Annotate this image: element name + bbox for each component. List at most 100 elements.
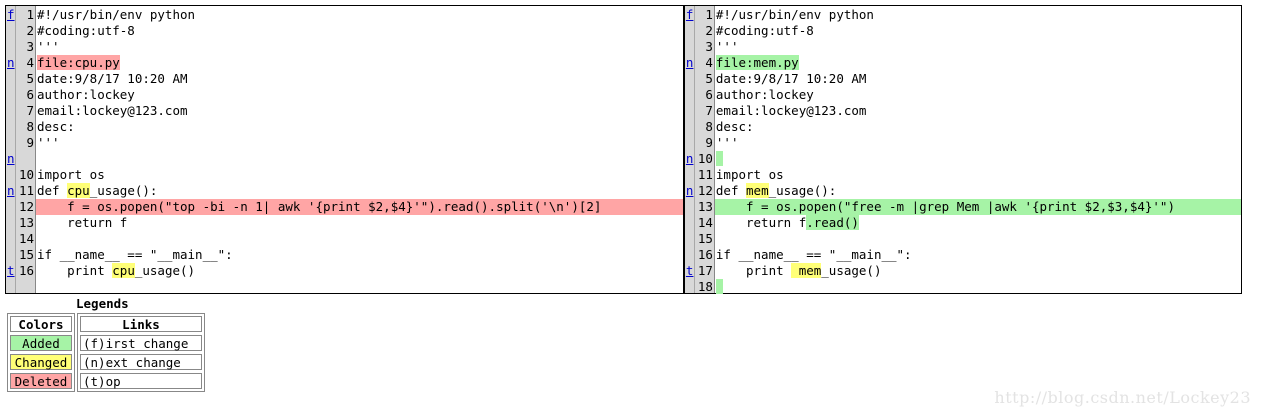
code-text: email:lockey@123.com — [715, 103, 867, 118]
code-text: _usage() — [821, 263, 882, 278]
legend-top: (t)op — [80, 373, 202, 389]
diff-highlight: .read() — [806, 215, 859, 230]
code-text: desc: — [715, 119, 754, 134]
code-line: import os — [36, 167, 683, 183]
legend-deleted: Deleted — [10, 373, 72, 389]
diff-highlight: cpu — [112, 263, 135, 278]
code-text: _usage(): — [89, 183, 158, 198]
code-line: #coding:utf-8 — [715, 23, 1241, 39]
code-line: file:cpu.py — [36, 55, 683, 71]
code-text: #!/usr/bin/env python — [37, 7, 196, 22]
code-text: return f — [715, 215, 807, 230]
link-cell: n — [6, 183, 15, 199]
nav-link-n[interactable]: n — [686, 151, 694, 166]
nav-link-t[interactable]: t — [686, 263, 694, 278]
link-cell — [685, 103, 694, 119]
diff-highlight: mem — [746, 183, 769, 198]
link-cell — [6, 39, 15, 55]
legend-next-change: (n)ext change — [80, 354, 202, 370]
line-number: 2 — [705, 23, 713, 38]
diff-highlight: file:cpu.py — [37, 55, 120, 70]
code-line: return f — [36, 215, 683, 231]
code-line — [715, 279, 1241, 295]
link-cell: f — [685, 7, 694, 23]
line-number — [16, 151, 35, 167]
line-number: 17 — [697, 263, 713, 278]
legend-links: Links (f)irst change (n)ext change (t)op — [77, 313, 205, 392]
line-number: 3 — [705, 39, 713, 54]
link-cell — [6, 199, 15, 215]
nav-link-t[interactable]: t — [7, 263, 15, 278]
link-cell — [685, 135, 694, 151]
link-cell — [6, 87, 15, 103]
code-text: ''' — [715, 39, 739, 54]
link-cell — [685, 71, 694, 87]
left-line-numbers: 1 2 3 4 5 6 7 8 9 10 11 12 13 14 15 16 — [16, 6, 36, 293]
line-number: 14 — [18, 231, 34, 246]
link-cell — [6, 119, 15, 135]
code-text: ''' — [37, 135, 60, 150]
code-text: author:lockey — [37, 87, 135, 102]
left-link-gutter: f n n n t — [6, 6, 16, 293]
code-line: def mem_usage(): — [715, 183, 1241, 199]
code-line: ''' — [715, 39, 1241, 55]
code-text: return f — [37, 215, 128, 230]
code-line: ''' — [715, 135, 1241, 151]
line-number: 2 — [26, 23, 34, 38]
nav-link-n[interactable]: n — [686, 183, 694, 198]
code-text: import os — [37, 167, 105, 182]
code-line: file:mem.py — [715, 55, 1241, 71]
left-pane: fnnnt 1 2 3 4 5 6 7 8 9 10 11 12 13 14 15 16 #!/usr/bin… — [6, 6, 683, 293]
code-line: #coding:utf-8 — [36, 23, 683, 39]
code-text: ''' — [37, 39, 60, 54]
link-cell — [6, 103, 15, 119]
legend-colors-header: Colors — [10, 316, 72, 332]
code-line: print cpu_usage() — [36, 263, 683, 279]
link-cell — [685, 119, 694, 135]
link-cell — [685, 231, 694, 247]
nav-link-f[interactable]: f — [7, 7, 15, 22]
line-number: 14 — [697, 215, 713, 230]
code-text: _usage(): — [768, 183, 837, 198]
link-cell — [685, 167, 694, 183]
line-number: 15 — [697, 231, 713, 246]
link-cell: n — [6, 151, 15, 167]
code-line: return f.read() — [715, 215, 1241, 231]
link-cell: t — [685, 263, 694, 279]
code-text: author:lockey — [715, 87, 814, 102]
code-text: #coding:utf-8 — [715, 23, 814, 38]
line-number: 1 — [26, 7, 34, 22]
link-cell — [685, 87, 694, 103]
link-cell — [685, 247, 694, 263]
link-cell — [685, 39, 694, 55]
line-number: 13 — [18, 215, 34, 230]
nav-link-f[interactable]: f — [686, 7, 694, 22]
legend-links-header: Links — [80, 316, 202, 332]
line-number: 6 — [26, 87, 34, 102]
nav-link-n[interactable]: n — [686, 55, 694, 70]
line-number: 3 — [26, 39, 34, 54]
link-cell: t — [6, 263, 15, 279]
code-line: ''' — [36, 135, 683, 151]
line-number: 12 — [697, 183, 713, 198]
nav-link-n[interactable]: n — [7, 55, 15, 70]
link-cell: n — [6, 55, 15, 71]
link-cell: n — [685, 183, 694, 199]
code-line: #!/usr/bin/env python — [715, 7, 1241, 23]
legend-title: Legends — [76, 296, 129, 311]
line-number: 5 — [26, 71, 34, 86]
link-cell — [6, 23, 15, 39]
nav-link-n[interactable]: n — [7, 151, 15, 166]
code-text: date:9/8/17 10:20 AM — [37, 71, 188, 86]
link-cell — [685, 279, 694, 295]
link-cell — [685, 199, 694, 215]
code-line: print mem_usage() — [715, 263, 1241, 279]
nav-link-n[interactable]: n — [7, 183, 15, 198]
line-number: 16 — [18, 263, 34, 278]
line-number: 18 — [697, 279, 713, 294]
code-text: date:9/8/17 10:20 AM — [715, 71, 867, 86]
legend-changed: Changed — [10, 354, 72, 370]
code-line: desc: — [715, 119, 1241, 135]
